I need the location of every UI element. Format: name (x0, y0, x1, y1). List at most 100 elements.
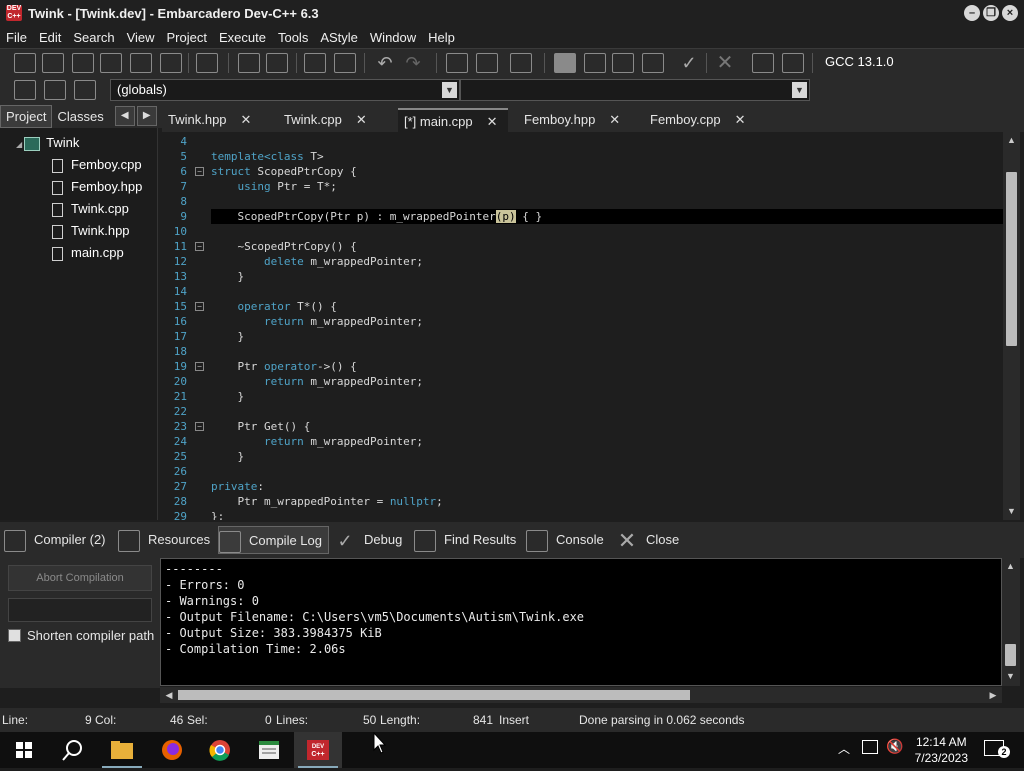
menu-project[interactable]: Project (161, 30, 213, 45)
abort-compilation-button[interactable]: Abort Compilation (8, 565, 152, 591)
search-button[interactable] (48, 732, 96, 768)
tree-file[interactable]: Twink.cpp (52, 199, 129, 219)
scroll-down-icon[interactable]: ▼ (1002, 668, 1019, 685)
chevron-up-icon[interactable]: ︿ (838, 740, 850, 757)
new-project-icon[interactable] (446, 53, 468, 73)
open-file-icon[interactable] (42, 53, 64, 73)
new-file-icon[interactable] (14, 53, 36, 73)
rebuild-icon[interactable] (642, 53, 664, 73)
scroll-thumb[interactable] (1006, 172, 1017, 346)
tab-scroll-left-icon[interactable]: ◀ (114, 106, 135, 126)
save-icon[interactable] (72, 53, 94, 73)
scroll-up-icon[interactable]: ▲ (1003, 132, 1020, 149)
tab-main-cpp[interactable]: [*] main.cpp ✕ (398, 108, 508, 132)
shorten-path-checkbox[interactable] (8, 629, 21, 642)
menu-astyle[interactable]: AStyle (314, 30, 364, 45)
maximize-button[interactable]: ❐ (983, 5, 999, 21)
goto-bookmark-icon[interactable] (74, 80, 96, 100)
menu-file[interactable]: File (0, 30, 33, 45)
replace-icon[interactable] (266, 53, 288, 73)
tree-file[interactable]: Femboy.hpp (52, 177, 142, 197)
member-combo[interactable]: ▼ (460, 79, 810, 101)
tab-femboy-cpp[interactable]: Femboy.cpp ✕ (650, 108, 770, 132)
tab-compile-log[interactable]: Compile Log (218, 526, 329, 554)
find-icon[interactable] (238, 53, 260, 73)
scroll-thumb[interactable] (178, 690, 690, 700)
chrome-button[interactable] (196, 732, 244, 768)
syntax-check-icon[interactable]: ✓ (678, 53, 700, 73)
editor-vertical-scrollbar[interactable]: ▲ ▼ (1003, 132, 1020, 520)
tab-compiler[interactable]: Compiler (2) (4, 526, 106, 554)
scroll-down-icon[interactable]: ▼ (1003, 503, 1020, 520)
tree-file[interactable]: Femboy.cpp (52, 155, 142, 175)
tab-debug[interactable]: ✓ Debug (334, 526, 402, 554)
chevron-down-icon[interactable]: ▼ (442, 82, 457, 98)
close-tab-icon[interactable]: ✕ (609, 112, 620, 127)
close-tab-icon[interactable]: ✕ (735, 112, 746, 127)
tab-close[interactable]: ✕ Close (616, 526, 679, 554)
compile-log-output[interactable]: -------- - Errors: 0 - Warnings: 0 - Output… (160, 558, 1002, 686)
close-tab-icon[interactable]: ✕ (241, 112, 252, 127)
tab-femboy-hpp[interactable]: Femboy.hpp ✕ (524, 108, 648, 132)
tab-scroll-right-icon[interactable]: ▶ (136, 106, 157, 126)
tab-find-results[interactable]: Find Results (414, 526, 516, 554)
goto-icon[interactable] (14, 80, 36, 100)
compile-run-icon[interactable] (612, 53, 634, 73)
undo-icon[interactable]: ↶ (374, 53, 396, 73)
tab-twink-cpp[interactable]: Twink.cpp ✕ (284, 108, 398, 132)
print-icon[interactable] (196, 53, 218, 73)
scope-combo[interactable]: (globals) ▼ (110, 79, 460, 101)
tab-twink-hpp[interactable]: Twink.hpp ✕ (168, 108, 280, 132)
devcpp-taskbar-button[interactable]: DEV C++ (294, 732, 342, 768)
menu-tools[interactable]: Tools (272, 30, 314, 45)
profile-icon[interactable] (752, 53, 774, 73)
log-vertical-scrollbar[interactable]: ▲ ▼ (1002, 558, 1020, 686)
add-to-project-icon[interactable] (476, 53, 498, 73)
compile-icon[interactable] (554, 53, 576, 73)
close-tab-icon[interactable]: ✕ (487, 114, 498, 129)
menu-view[interactable]: View (121, 30, 161, 45)
log-horizontal-scrollbar[interactable]: ◀ ▶ (160, 687, 1002, 703)
project-options-icon[interactable] (510, 53, 532, 73)
tab-classes[interactable]: Classes (52, 106, 108, 127)
close-all-icon[interactable] (160, 53, 182, 73)
delete-profile-icon[interactable] (782, 53, 804, 73)
menu-execute[interactable]: Execute (213, 30, 272, 45)
code-editor[interactable]: 4 5 6 7 8 9 10 11 12 13 14 15 16 17 18 1… (165, 132, 1003, 520)
scroll-right-icon[interactable]: ▶ (986, 687, 1000, 703)
menu-window[interactable]: Window (364, 30, 422, 45)
indent-icon[interactable] (304, 53, 326, 73)
toggle-bookmark-icon[interactable] (44, 80, 66, 100)
close-file-icon[interactable] (130, 53, 152, 73)
save-all-icon[interactable] (100, 53, 122, 73)
shorten-path-option[interactable]: Shorten compiler path (8, 628, 154, 643)
notepad-button[interactable] (245, 732, 293, 768)
scroll-left-icon[interactable]: ◀ (162, 687, 176, 703)
menu-edit[interactable]: Edit (33, 30, 67, 45)
chevron-down-icon[interactable]: ▼ (792, 82, 807, 98)
minimize-button[interactable]: – (964, 5, 980, 21)
close-tab-icon[interactable]: ✕ (356, 112, 367, 127)
unindent-icon[interactable] (334, 53, 356, 73)
tree-file[interactable]: main.cpp (52, 243, 124, 263)
scroll-thumb[interactable] (1005, 644, 1016, 666)
tree-root[interactable]: ◢ Twink (16, 133, 79, 153)
volume-mute-icon[interactable]: 🔇 (886, 738, 903, 755)
clock[interactable]: 12:14 AM 7/23/2023 (915, 734, 968, 766)
run-icon[interactable] (584, 53, 606, 73)
tree-file[interactable]: Twink.hpp (52, 221, 130, 241)
scroll-up-icon[interactable]: ▲ (1002, 558, 1019, 575)
tab-resources[interactable]: Resources (118, 526, 210, 554)
stop-execution-icon[interactable]: ✕ (714, 53, 736, 73)
menu-help[interactable]: Help (422, 30, 461, 45)
tab-console[interactable]: Console (526, 526, 604, 554)
menu-search[interactable]: Search (67, 30, 120, 45)
network-icon[interactable] (862, 740, 878, 754)
file-explorer-button[interactable] (98, 732, 146, 768)
close-window-button[interactable]: × (1002, 5, 1018, 21)
tab-project[interactable]: Project (0, 104, 53, 128)
firefox-button[interactable] (148, 732, 196, 768)
compiler-select[interactable]: GCC 13.1.0 (820, 52, 1020, 72)
start-button[interactable] (0, 732, 48, 768)
redo-icon[interactable]: ↷ (402, 53, 424, 73)
